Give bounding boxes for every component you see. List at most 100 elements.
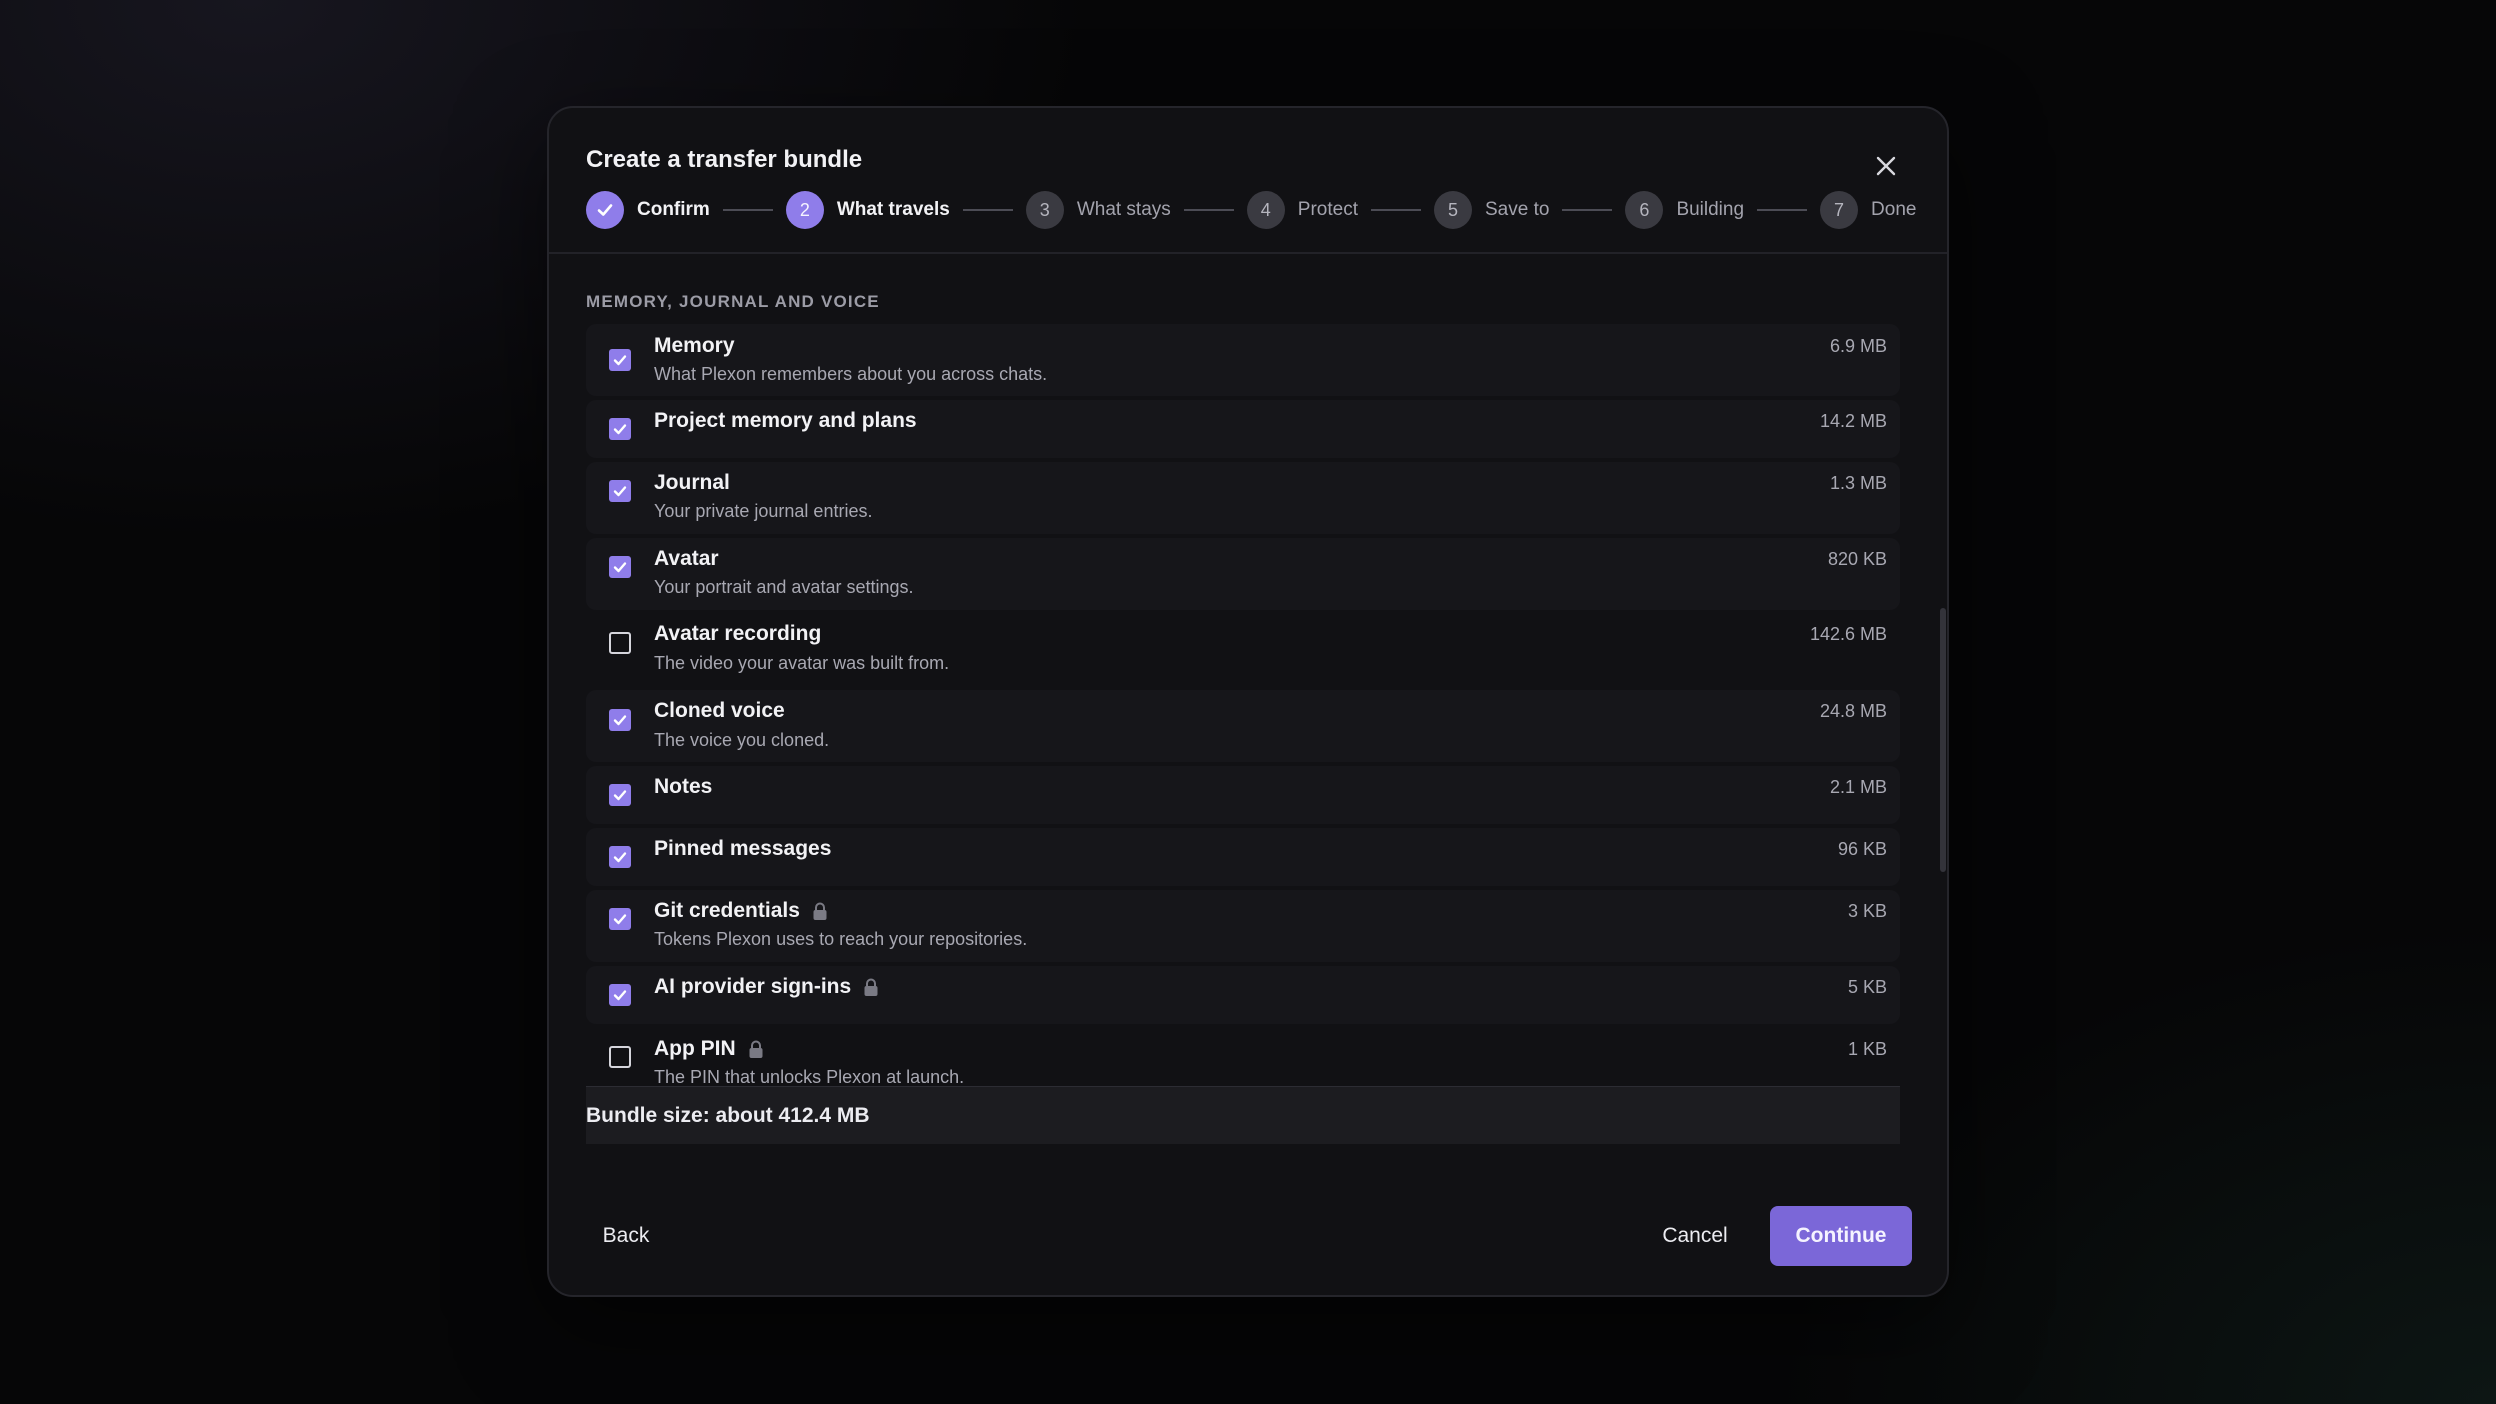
check-icon [613,914,627,925]
item-description: The video your avatar was built from. [654,653,950,673]
list-item-journal[interactable]: Journal Your private journal entries. 1.… [586,462,1900,534]
list-item-git-credentials[interactable]: Git credentials Tokens Plexon uses to re… [586,890,1900,962]
check-icon [613,852,627,863]
cancel-button[interactable]: Cancel [1635,1206,1755,1266]
step-number: 4 [1246,191,1285,229]
list-item-memory[interactable]: Memory What Plexon remembers about you a… [586,324,1900,396]
close-icon [1876,156,1896,176]
lock-icon [748,1040,764,1059]
item-name: Notes [654,775,713,798]
item-description: The voice you cloned. [654,730,830,750]
item-size: 6.9 MB [1829,336,1887,356]
bundle-size-text: Bundle size: about 412.4 MB [586,1103,870,1127]
step-number: 2 [785,191,824,229]
item-name: Journal [654,471,730,494]
checkbox[interactable] [609,908,631,930]
item-size: 820 KB [1827,549,1887,569]
check-icon [613,355,627,366]
step-connector [1183,209,1234,211]
item-size: 24.8 MB [1819,701,1887,721]
step-label: Protect [1297,199,1358,220]
check-icon [613,562,627,573]
item-name: App PIN [654,1037,764,1061]
list-item-cloned-voice[interactable]: Cloned voice The voice you cloned. 24.8 … [586,690,1900,762]
checkbox[interactable] [609,632,631,654]
item-name: Memory [654,334,735,357]
close-button[interactable] [1866,146,1906,186]
step-label: Done [1871,199,1917,220]
list-item-avatar-recording[interactable]: Avatar recording The video your avatar w… [586,614,1900,686]
item-name: Project memory and plans [654,409,917,432]
item-size: 3 KB [1847,901,1887,921]
list-scrollbar[interactable] [1940,608,1946,872]
item-size: 2.1 MB [1829,777,1887,797]
list-item-pinned-messages[interactable]: Pinned messages 96 KB [586,828,1900,886]
step-confirm: Confirm [586,191,710,229]
step-label: Building [1676,199,1745,220]
item-description: Your portrait and avatar settings. [654,577,914,597]
item-name: Avatar recording [654,622,822,645]
section-heading: MEMORY, JOURNAL AND VOICE [586,292,880,311]
list-item-ai-provider-sign-ins[interactable]: AI provider sign-ins 5 KB [586,966,1900,1024]
step-protect: 4 Protect [1246,191,1358,229]
bundle-item-list[interactable]: Memory What Plexon remembers about you a… [586,324,1900,1194]
checkbox[interactable] [609,709,631,731]
item-name: Cloned voice [654,699,785,722]
step-check-icon [586,191,624,229]
step-number: 7 [1820,191,1859,229]
stepper: Confirm 2 What travels 3 What stays 4 Pr… [586,190,1916,230]
item-size: 5 KB [1847,977,1887,997]
item-description: What Plexon remembers about you across c… [654,364,1048,384]
check-icon [613,715,627,726]
item-size: 142.6 MB [1809,624,1887,644]
checkbox[interactable] [609,556,631,578]
step-connector [962,209,1013,211]
dialog-title: Create a transfer bundle [586,146,863,173]
step-connector [722,209,773,211]
check-icon [613,790,627,801]
step-number: 6 [1625,191,1664,229]
header-divider [549,252,1947,254]
item-description: Your private journal entries. [654,501,873,521]
check-icon [613,424,627,435]
item-name: Git credentials [654,899,828,923]
back-button[interactable]: Back [586,1206,666,1266]
step-label: Confirm [637,199,710,220]
step-building: 6 Building [1625,191,1744,229]
step-label: What stays [1076,199,1171,220]
step-what-stays: 3 What stays [1025,191,1171,229]
transfer-bundle-dialog: Create a transfer bundle Confirm 2 What … [547,106,1949,1297]
lock-icon [812,902,828,921]
step-what-travels: 2 What travels [785,191,950,229]
list-item-project-memory[interactable]: Project memory and plans 14.2 MB [586,400,1900,458]
step-number: 5 [1434,191,1472,229]
step-connector [1757,209,1808,211]
item-name: Pinned messages [654,837,832,860]
list-item-notes[interactable]: Notes 2.1 MB [586,766,1900,824]
bundle-size-bar: Bundle size: about 412.4 MB [586,1086,1900,1144]
step-connector [1371,209,1421,211]
check-icon [613,990,627,1001]
checkbox[interactable] [609,349,631,371]
step-number: 3 [1025,191,1064,229]
item-description: The PIN that unlocks Plexon at launch. [654,1067,965,1087]
checkbox[interactable] [609,480,631,502]
item-size: 14.2 MB [1819,411,1887,431]
checkbox[interactable] [609,418,631,440]
check-icon [613,486,627,497]
step-done: 7 Done [1820,191,1916,229]
checkbox[interactable] [609,1046,631,1068]
step-label: Save to [1485,199,1550,220]
item-size: 1 KB [1847,1039,1887,1059]
lock-icon [863,978,879,997]
checkbox[interactable] [609,984,631,1006]
step-connector [1562,209,1613,211]
item-name: Avatar [654,547,719,570]
list-item-avatar[interactable]: Avatar Your portrait and avatar settings… [586,538,1900,610]
step-save-to: 5 Save to [1434,191,1549,229]
item-description: Tokens Plexon uses to reach your reposit… [654,929,1028,949]
continue-button[interactable]: Continue [1770,1206,1912,1266]
item-name: AI provider sign-ins [654,975,879,999]
checkbox[interactable] [609,846,631,868]
checkbox[interactable] [609,784,631,806]
